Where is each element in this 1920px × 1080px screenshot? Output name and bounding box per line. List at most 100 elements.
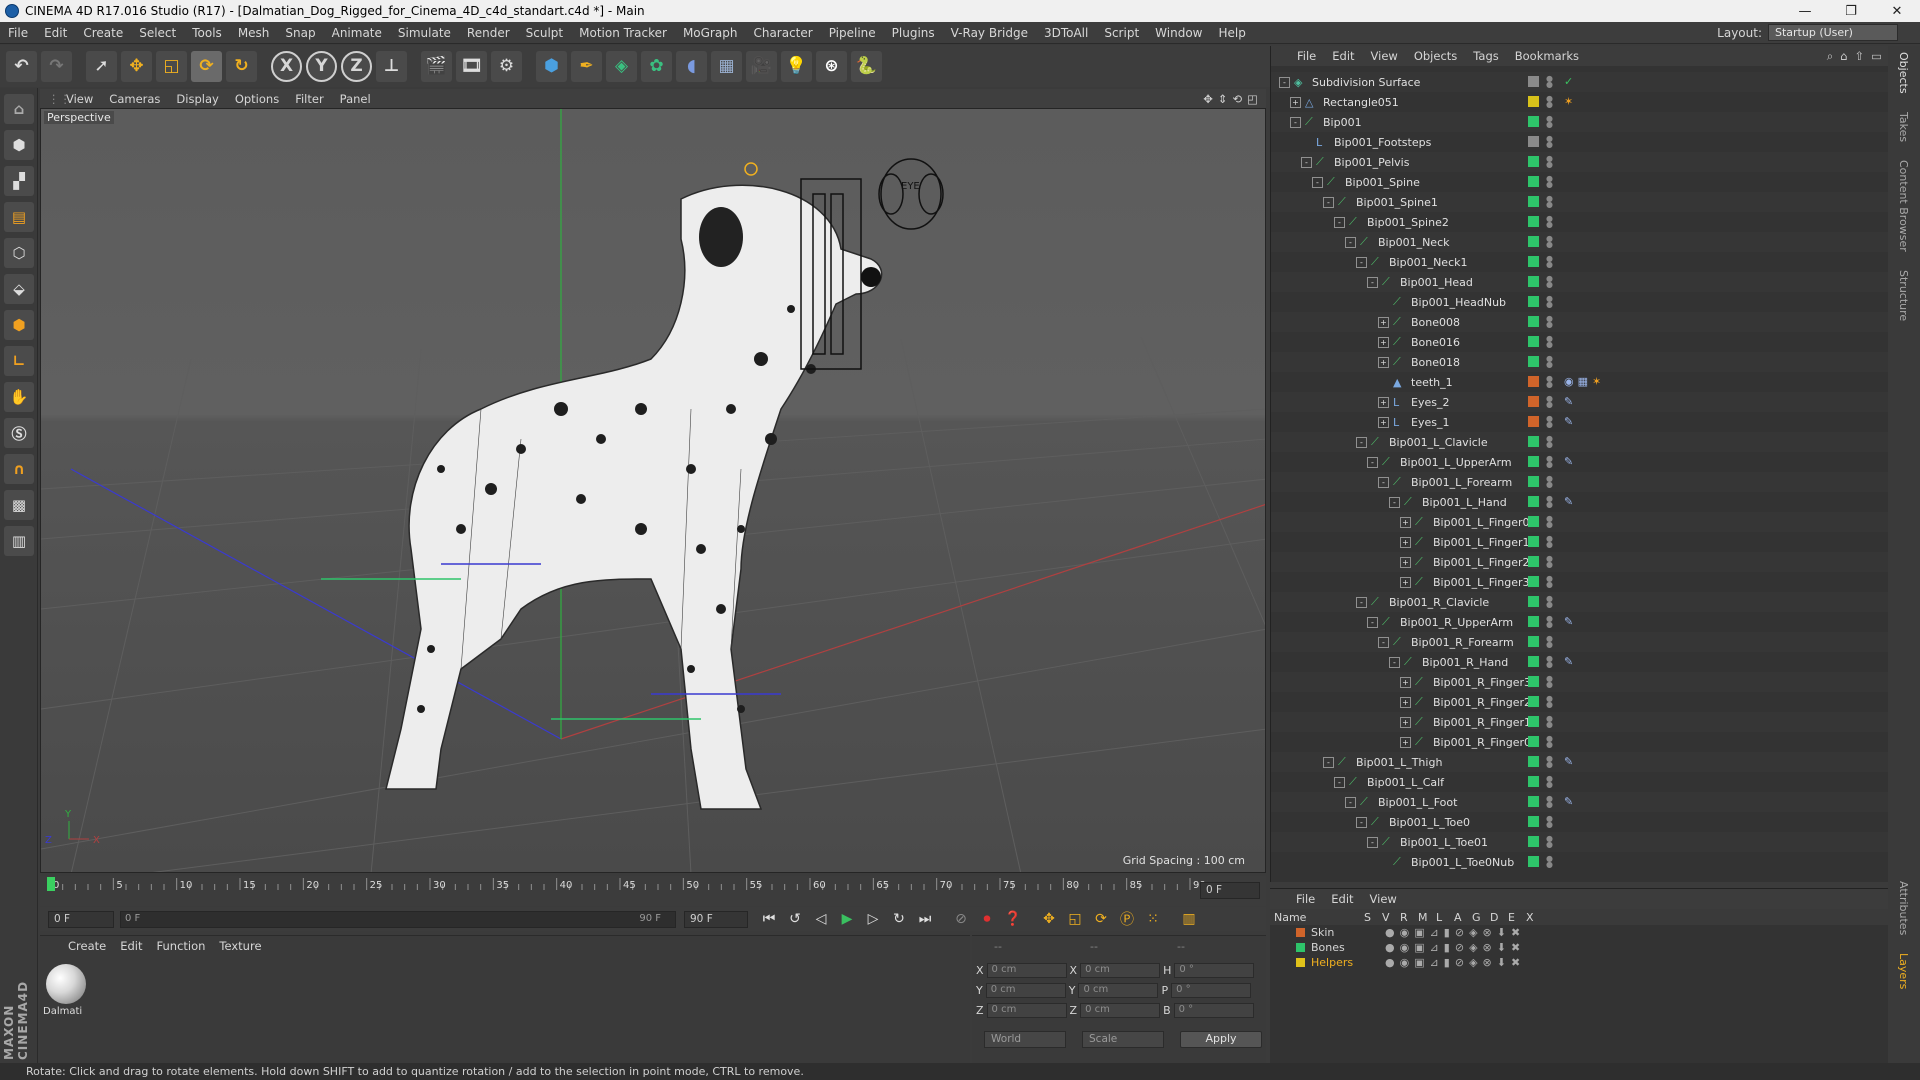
cube-primitive-icon[interactable]: ⬢ bbox=[536, 50, 567, 82]
object-row[interactable]: - ⟋ Bip001_L_Toe0 ● ● bbox=[1271, 812, 1889, 832]
position-y-field[interactable]: 0 cm bbox=[985, 983, 1066, 998]
expand-toggle-icon[interactable]: + bbox=[1400, 536, 1411, 548]
rotate-view-icon[interactable]: ⟲ bbox=[1232, 92, 1242, 106]
object-row[interactable]: - ⟋ Bip001_R_UpperArm ● ● ✎ bbox=[1271, 612, 1889, 632]
object-row[interactable]: - ⟋ Bip001_Spine ● ● bbox=[1271, 172, 1889, 192]
layer-color-swatch[interactable] bbox=[1528, 76, 1539, 87]
visibility-toggle[interactable]: ● ● bbox=[1546, 155, 1553, 169]
visibility-toggle[interactable]: ● ● bbox=[1546, 335, 1553, 349]
move-icon[interactable]: ✥ bbox=[121, 50, 152, 82]
layer-row-skin[interactable]: Skin ●◉▣⊿▮⊘◈⊗⬇✖ bbox=[1270, 925, 1888, 940]
object-row[interactable]: - ⟋ Bip001_Neck1 ● ● bbox=[1271, 252, 1889, 272]
visibility-toggle[interactable]: ● ● bbox=[1546, 575, 1553, 589]
object-row[interactable]: L Bip001_Footsteps ● ● bbox=[1271, 132, 1889, 152]
material-menu-edit[interactable]: Edit bbox=[120, 939, 142, 953]
object-menu-bookmarks[interactable]: Bookmarks bbox=[1515, 49, 1579, 63]
size-z-field[interactable]: 0 cm bbox=[1080, 1003, 1161, 1018]
layer-color-swatch[interactable] bbox=[1528, 516, 1539, 527]
layer-color-swatch[interactable] bbox=[1528, 696, 1539, 707]
viewport-menu-filter[interactable]: Filter bbox=[287, 92, 331, 106]
pan-view-icon[interactable]: ✥ bbox=[1203, 92, 1213, 106]
tag-icon[interactable]: ◉ bbox=[1564, 375, 1574, 388]
layer-toggles[interactable]: ●◉▣⊿▮⊘◈⊗⬇✖ bbox=[1385, 926, 1525, 939]
polygons-mode-icon[interactable]: ⬢ bbox=[4, 310, 34, 340]
layer-color-swatch[interactable] bbox=[1296, 958, 1305, 967]
menu-script[interactable]: Script bbox=[1096, 26, 1147, 40]
object-menu-view[interactable]: View bbox=[1371, 49, 1398, 63]
y-axis-lock-icon[interactable]: Y bbox=[306, 50, 337, 82]
layer-toggles[interactable]: ●◉▣⊿▮⊘◈⊗⬇✖ bbox=[1385, 956, 1525, 969]
layer-color-swatch[interactable] bbox=[1528, 616, 1539, 627]
object-row[interactable]: + ⟋ Bone016 ● ● bbox=[1271, 332, 1889, 352]
visibility-toggle[interactable]: ● ● bbox=[1546, 115, 1553, 129]
expand-toggle-icon[interactable]: + bbox=[1400, 676, 1411, 688]
object-row[interactable]: - ◈ Subdivision Surface ● ● ✓ bbox=[1271, 72, 1889, 92]
visibility-toggle[interactable]: ● ● bbox=[1546, 515, 1553, 529]
key-parameter-icon[interactable]: Ⓟ bbox=[1116, 908, 1138, 930]
object-row[interactable]: - ⟋ Bip001_Neck ● ● bbox=[1271, 232, 1889, 252]
subdivision-surface-icon[interactable]: ◈ bbox=[606, 50, 637, 82]
layer-row-bones[interactable]: Bones ●◉▣⊿▮⊘◈⊗⬇✖ bbox=[1270, 940, 1888, 955]
undo-icon[interactable]: ↶ bbox=[6, 50, 37, 82]
tab-takes[interactable]: Takes bbox=[1897, 112, 1910, 142]
edges-mode-icon[interactable]: ⬙ bbox=[4, 274, 34, 304]
layout-dropdown[interactable]: Startup (User) bbox=[1768, 24, 1898, 41]
live-selection-icon[interactable]: ➚ bbox=[86, 50, 117, 82]
close-button[interactable]: ✕ bbox=[1874, 4, 1920, 19]
layer-color-swatch[interactable] bbox=[1528, 336, 1539, 347]
visibility-toggle[interactable]: ● ● bbox=[1546, 95, 1553, 109]
object-row[interactable]: + ⟋ Bone018 ● ● bbox=[1271, 352, 1889, 372]
object-row[interactable]: - ⟋ Bip001_L_Toe01 ● ● bbox=[1271, 832, 1889, 852]
visibility-toggle[interactable]: ● ● bbox=[1546, 495, 1553, 509]
tag-icon[interactable]: ✎ bbox=[1564, 615, 1573, 628]
tag-icon[interactable]: ✎ bbox=[1564, 395, 1573, 408]
tag-icon[interactable]: ▦ bbox=[1578, 375, 1588, 388]
end-frame-field[interactable]: 90 F bbox=[684, 910, 748, 928]
object-row[interactable]: + ⟋ Bip001_L_Finger2 ● ● bbox=[1271, 552, 1889, 572]
expand-toggle-icon[interactable]: - bbox=[1367, 276, 1378, 288]
tag-icon[interactable]: ✎ bbox=[1564, 755, 1573, 768]
tag-icon[interactable]: ✎ bbox=[1564, 495, 1573, 508]
expand-toggle-icon[interactable]: + bbox=[1400, 736, 1411, 748]
layer-color-swatch[interactable] bbox=[1528, 376, 1539, 387]
restore-button[interactable]: ❐ bbox=[1828, 4, 1874, 19]
visibility-toggle[interactable]: ● ● bbox=[1546, 295, 1553, 309]
object-row[interactable]: - ⟋ Bip001_L_Thigh ● ● ✎ bbox=[1271, 752, 1889, 772]
x-axis-lock-icon[interactable]: X bbox=[271, 50, 302, 82]
menu-pipeline[interactable]: Pipeline bbox=[821, 26, 884, 40]
tab-content-browser[interactable]: Content Browser bbox=[1897, 160, 1910, 252]
scale-icon[interactable]: ◱ bbox=[156, 50, 187, 82]
menu-motion-tracker[interactable]: Motion Tracker bbox=[571, 26, 675, 40]
previous-frame-icon[interactable]: ◁ bbox=[810, 908, 832, 930]
object-row[interactable]: - ⟋ Bip001 ● ● bbox=[1271, 112, 1889, 132]
layer-color-swatch[interactable] bbox=[1528, 676, 1539, 687]
visibility-toggle[interactable]: ● ● bbox=[1546, 755, 1553, 769]
layer-color-swatch[interactable] bbox=[1528, 556, 1539, 567]
expand-toggle-icon[interactable]: - bbox=[1290, 116, 1301, 128]
layer-color-swatch[interactable] bbox=[1528, 196, 1539, 207]
deformer-icon[interactable]: ◖ bbox=[676, 50, 707, 82]
up-arrow-icon[interactable]: ⇧ bbox=[1854, 49, 1864, 64]
viewport-menu-view[interactable]: View bbox=[58, 92, 101, 106]
layer-color-swatch[interactable] bbox=[1296, 943, 1305, 952]
go-to-end-icon[interactable]: ⏭ bbox=[914, 908, 936, 930]
swirl-plugin-icon[interactable]: ⊛ bbox=[816, 50, 847, 82]
visibility-toggle[interactable]: ● ● bbox=[1546, 675, 1553, 689]
preview-range-slider[interactable]: 0 F 90 F bbox=[120, 910, 676, 928]
layer-color-swatch[interactable] bbox=[1528, 596, 1539, 607]
viewport-menu-cameras[interactable]: Cameras bbox=[101, 92, 168, 106]
expand-toggle-icon[interactable]: + bbox=[1378, 416, 1389, 428]
visibility-toggle[interactable]: ● ● bbox=[1546, 135, 1553, 149]
menu-character[interactable]: Character bbox=[745, 26, 820, 40]
menu-create[interactable]: Create bbox=[75, 26, 131, 40]
expand-toggle-icon[interactable]: - bbox=[1378, 636, 1389, 648]
rotate-icon[interactable]: ⟳ bbox=[191, 50, 222, 82]
object-row[interactable]: + ⟋ Bip001_L_Finger3 ● ● bbox=[1271, 572, 1889, 592]
visibility-toggle[interactable]: ● ● bbox=[1546, 835, 1553, 849]
object-row[interactable]: + ⟋ Bip001_L_Finger1 ● ● bbox=[1271, 532, 1889, 552]
expand-toggle-icon[interactable]: - bbox=[1334, 776, 1345, 788]
object-row[interactable]: - ⟋ Bip001_L_Clavicle ● ● bbox=[1271, 432, 1889, 452]
expand-toggle-icon[interactable]: + bbox=[1378, 396, 1389, 408]
viewport-menu-options[interactable]: Options bbox=[227, 92, 287, 106]
layer-color-swatch[interactable] bbox=[1528, 436, 1539, 447]
